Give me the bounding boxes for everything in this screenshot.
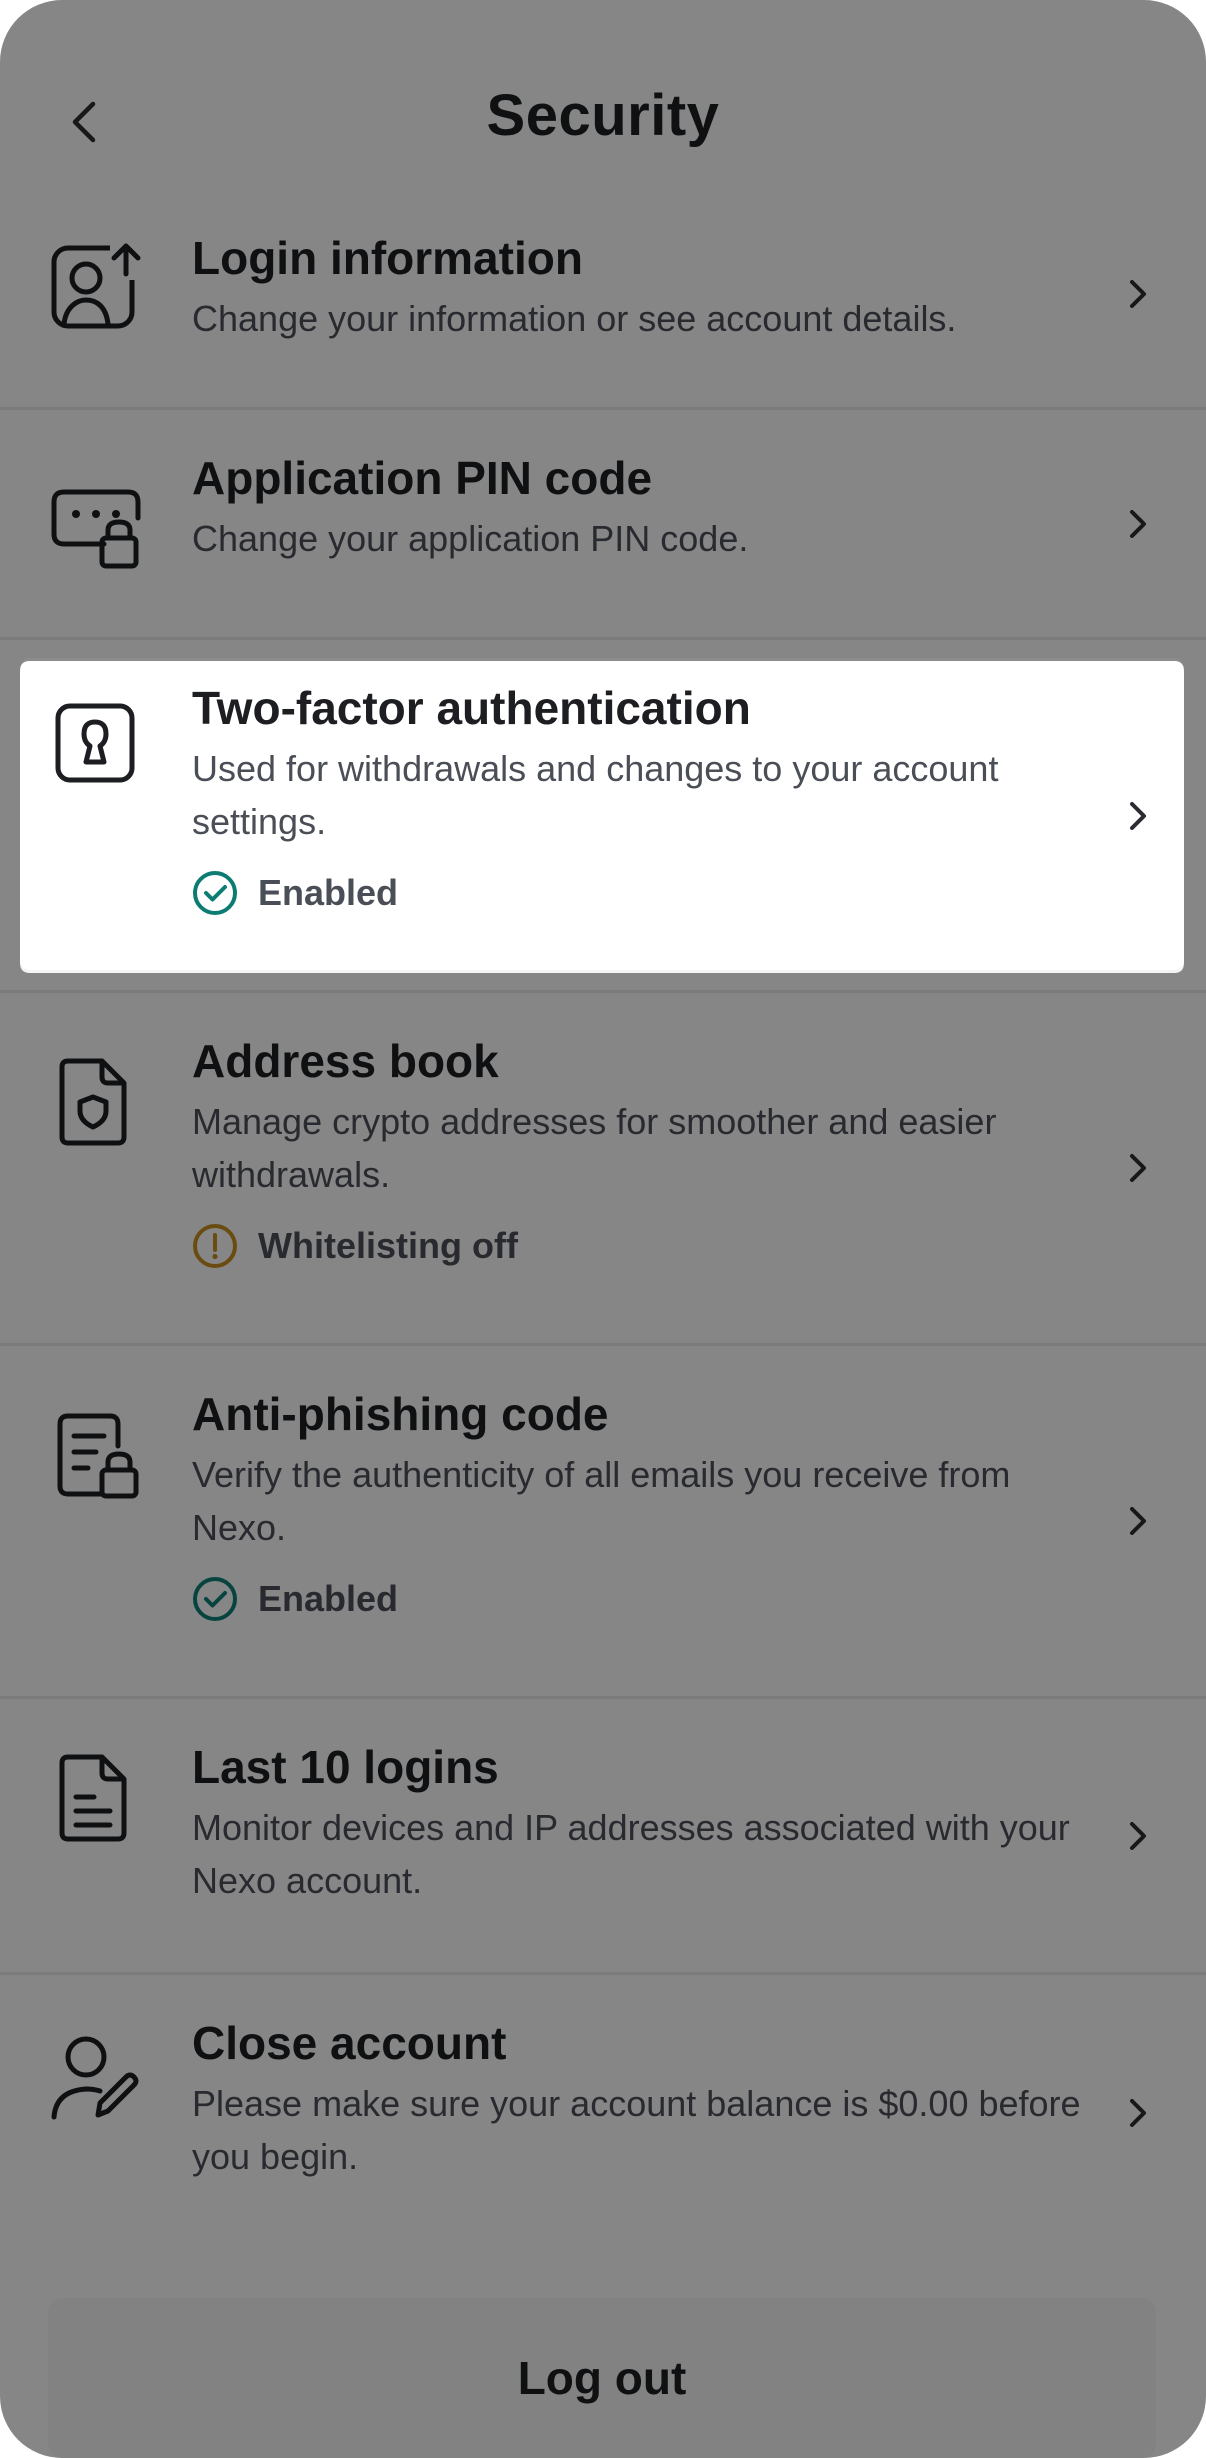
item-description: Change your application PIN code. [192,518,749,559]
chevron-right-icon [1130,280,1146,308]
page-title: Security [486,83,720,148]
shield-document-icon [59,1058,127,1146]
chevron-right-icon [1130,510,1146,538]
item-description: Monitor devices and IP addresses associa… [192,1807,1070,1901]
security-item-two-factor[interactable]: Two-factor authentication Used for withd… [0,640,1206,993]
security-item-application-pin[interactable]: Application PIN code Change your applica… [0,410,1206,640]
status-badge: Enabled [192,1576,1096,1622]
status-label: Whitelisting off [258,1225,518,1266]
item-title: Anti-phishing code [192,1388,609,1440]
item-title: Application PIN code [192,452,653,504]
item-description: Change your information or see account d… [192,298,957,339]
item-description: Manage crypto addresses for smoother and… [192,1101,997,1195]
chevron-right-icon [1130,1507,1146,1535]
locked-document-icon [57,1413,139,1499]
chevron-right-icon [1130,2099,1146,2127]
logout-button[interactable]: Log out [48,2298,1156,2458]
item-description: Used for withdrawals and changes to your… [192,748,999,842]
chevron-right-icon [1130,1822,1146,1850]
status-label: Enabled [258,872,399,913]
security-item-login-information[interactable]: Login information Change your informatio… [0,190,1206,410]
status-label: Enabled [258,1578,399,1619]
user-edit-icon [51,2036,139,2120]
header: Security [0,0,1206,190]
item-title: Two-factor authentication [192,682,751,734]
status-badge: Enabled [192,870,1096,916]
item-title: Close account [192,2017,507,2069]
security-item-close-account[interactable]: Close account Please make sure your acco… [0,1975,1206,2251]
security-item-address-book[interactable]: Address book Manage crypto addresses for… [0,993,1206,1346]
item-title: Last 10 logins [192,1741,499,1793]
check-circle-icon [193,1577,237,1621]
item-title: Address book [192,1035,499,1087]
pin-lock-icon [51,489,141,569]
warning-circle-icon [193,1224,237,1268]
item-description: Please make sure your account balance is… [192,2083,1081,2177]
item-description: Verify the authenticity of all emails yo… [192,1454,1011,1548]
chevron-right-icon [1130,1154,1146,1182]
user-upload-icon [51,240,142,329]
document-list-icon [59,1754,127,1842]
status-badge: Whitelisting off [192,1223,1096,1269]
chevron-right-icon [1130,802,1146,830]
keyhole-icon [55,703,135,783]
security-item-anti-phishing[interactable]: Anti-phishing code Verify the authentici… [0,1346,1206,1699]
security-item-last-logins[interactable]: Last 10 logins Monitor devices and IP ad… [0,1699,1206,1975]
item-title: Login information [192,232,583,284]
check-circle-icon [193,871,237,915]
security-screen: Security Login information Change your i… [0,0,1206,2458]
